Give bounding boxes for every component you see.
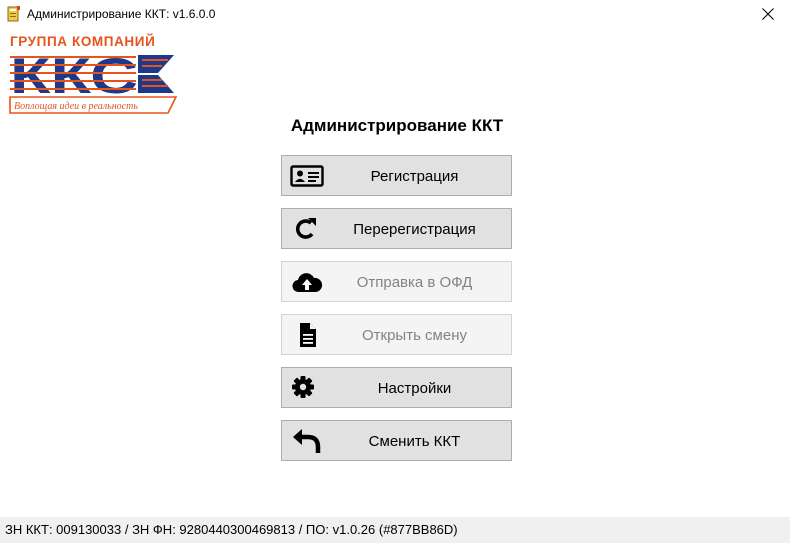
gear-icon	[290, 375, 324, 401]
status-bar: ЗН ККТ: 009130033 / ЗН ФН: 9280440300469…	[0, 517, 790, 543]
close-button[interactable]	[746, 0, 790, 28]
change-kkt-button[interactable]: Сменить ККТ	[281, 420, 512, 461]
register-button-label: Регистрация	[370, 168, 459, 185]
open-shift-button[interactable]: Открыть смену	[281, 314, 512, 355]
back-arrow-icon	[290, 428, 324, 454]
window-title: Администрирование ККТ: v1.6.0.0	[27, 7, 216, 21]
cloud-upload-icon	[290, 269, 324, 295]
page-title: Администрирование ККТ	[290, 116, 504, 135]
send-ofd-button[interactable]: Отправка в ОФД	[281, 261, 512, 302]
logo-flag-mark	[138, 55, 174, 93]
reregister-button[interactable]: Перерегистрация	[281, 208, 512, 249]
title-bar: Администрирование ККТ: v1.6.0.0	[0, 0, 790, 28]
logo-slogan: Воплощая идеи в реальность	[14, 101, 138, 112]
status-text: ЗН ККТ: 009130033 / ЗН ФН: 9280440300469…	[5, 522, 458, 537]
close-icon	[762, 8, 774, 20]
change-kkt-button-label: Сменить ККТ	[368, 433, 461, 450]
send-ofd-button-label: Отправка в ОФД	[356, 274, 473, 291]
document-icon	[290, 322, 324, 348]
open-shift-button-label: Открыть смену	[361, 327, 467, 344]
reregister-button-label: Перерегистрация	[353, 221, 476, 238]
register-button[interactable]: Регистрация	[281, 155, 512, 196]
settings-button-label: Настройки	[377, 380, 452, 397]
app-icon	[7, 6, 21, 22]
company-logo: ГРУППА КОМПАНИЙ ККС Воплощая идеи в реал…	[8, 33, 188, 118]
id-card-icon	[290, 163, 324, 189]
logo-group-text: ГРУППА КОМПАНИЙ	[10, 34, 155, 49]
settings-button[interactable]: Настройки	[281, 367, 512, 408]
refresh-icon	[290, 216, 324, 242]
